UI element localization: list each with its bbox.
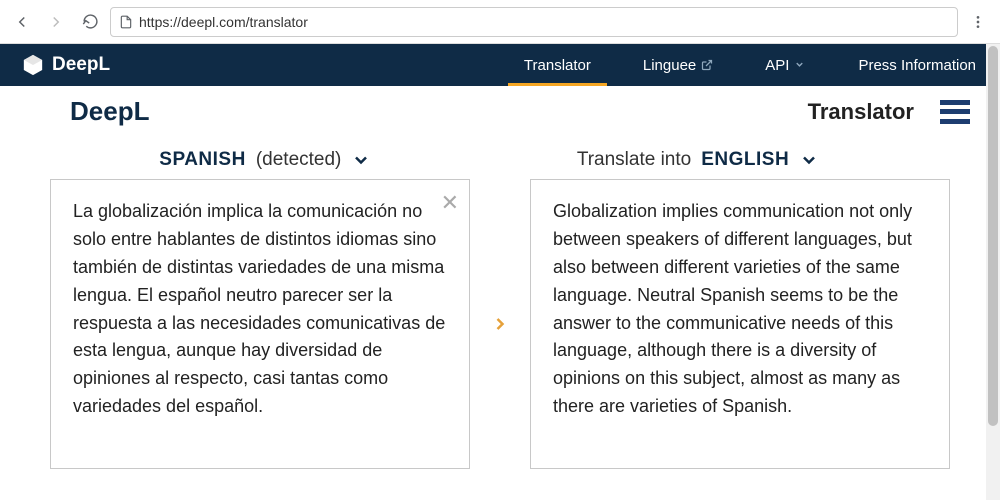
page-title: Translator	[808, 99, 914, 125]
source-lang-label: SPANISH	[159, 149, 246, 171]
nav-api[interactable]: API	[763, 47, 808, 84]
sub-header: DeepL Translator	[0, 86, 1000, 131]
chevron-down-icon	[799, 150, 819, 170]
nav-press-label: Press Information	[858, 57, 976, 74]
translate-into-label: Translate into	[577, 149, 691, 171]
detected-suffix: (detected)	[256, 149, 342, 171]
clear-source-button[interactable]: ✕	[441, 186, 459, 220]
target-text-panel[interactable]: Globalization implies communication not …	[530, 179, 950, 469]
language-row: SPANISH (detected) Translate into ENGLIS…	[0, 131, 1000, 179]
page-icon	[119, 15, 133, 29]
external-link-icon	[701, 59, 713, 71]
vertical-scrollbar[interactable]	[986, 44, 1000, 500]
nav-links: Translator Linguee API Press Information	[522, 47, 978, 84]
target-lang-label: ENGLISH	[701, 149, 789, 171]
forward-button[interactable]	[42, 8, 70, 36]
translation-panels: ✕ La globalización implica la comunicaci…	[0, 179, 1000, 469]
nav-api-label: API	[765, 57, 789, 74]
menu-button[interactable]	[940, 100, 970, 124]
reload-button[interactable]	[76, 8, 104, 36]
url-text: https://deepl.com/translator	[139, 14, 308, 30]
back-button[interactable]	[8, 8, 36, 36]
nav-press[interactable]: Press Information	[856, 47, 978, 84]
nav-translator[interactable]: Translator	[522, 47, 593, 84]
logo-icon	[22, 54, 44, 76]
browser-menu-button[interactable]	[964, 8, 992, 36]
address-bar[interactable]: https://deepl.com/translator	[110, 7, 958, 37]
source-text-panel[interactable]: ✕ La globalización implica la comunicaci…	[50, 179, 470, 469]
nav-linguee[interactable]: Linguee	[641, 47, 715, 84]
chevron-down-icon	[351, 150, 371, 170]
logo-text: DeepL	[52, 54, 110, 76]
logo[interactable]: DeepL	[22, 54, 110, 76]
nav-linguee-label: Linguee	[643, 57, 696, 74]
nav-translator-label: Translator	[524, 57, 591, 74]
target-language-selector[interactable]: Translate into ENGLISH	[537, 149, 970, 171]
browser-toolbar: https://deepl.com/translator	[0, 0, 1000, 44]
source-language-selector[interactable]: SPANISH (detected)	[50, 149, 481, 171]
page-brand[interactable]: DeepL	[70, 96, 149, 127]
swap-arrow-icon[interactable]	[490, 309, 510, 339]
chevron-down-icon	[794, 59, 806, 71]
target-text: Globalization implies communication not …	[553, 198, 927, 421]
source-text[interactable]: La globalización implica la comunicación…	[73, 198, 447, 421]
scrollbar-thumb[interactable]	[988, 46, 998, 426]
site-nav: DeepL Translator Linguee API Press Infor…	[0, 44, 1000, 86]
